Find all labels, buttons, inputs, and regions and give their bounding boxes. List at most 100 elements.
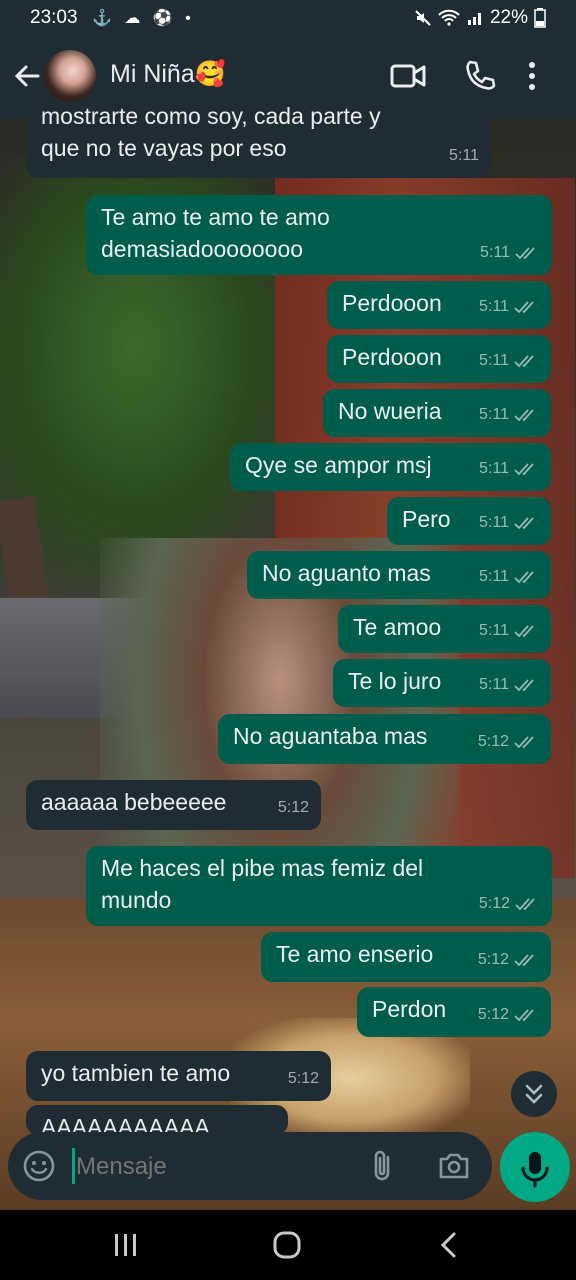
message-meta: 5:11 bbox=[479, 345, 539, 377]
camera-icon[interactable] bbox=[436, 1148, 472, 1184]
message-meta: 5:12 bbox=[478, 944, 539, 976]
message-line: mostrarte como soy, cada parte y bbox=[41, 103, 381, 129]
message-meta: 5:11 bbox=[479, 507, 539, 539]
home-icon[interactable] bbox=[272, 1230, 302, 1260]
back-arrow-icon[interactable] bbox=[12, 58, 42, 94]
message-text: Te amo te amo te amo demasiadoooooooo bbox=[101, 201, 330, 265]
message-line: No aguantaba mas bbox=[233, 723, 428, 749]
contact-name[interactable]: Mi Niña🥰 bbox=[110, 60, 226, 89]
message-line: que no te vayas por eso bbox=[41, 135, 287, 161]
message-meta: 5:11 bbox=[449, 140, 479, 172]
outgoing-message[interactable]: No aguanto mas 5:11 bbox=[247, 551, 551, 599]
message-meta: 5:11 bbox=[479, 561, 539, 593]
incoming-message[interactable]: yo tambien te amo 5:12 bbox=[26, 1051, 331, 1101]
wifi-icon bbox=[438, 9, 460, 26]
message-line: Te lo juro bbox=[348, 668, 442, 694]
message-text: mostrarte como soy, cada parte y que no t… bbox=[41, 100, 381, 164]
system-navigation-bar bbox=[0, 1210, 576, 1280]
double-check-icon bbox=[514, 736, 534, 749]
incoming-message[interactable]: aaaaaa bebeeeee 5:12 bbox=[26, 780, 321, 830]
outgoing-message[interactable]: Te amoo 5:11 bbox=[338, 605, 551, 653]
message-line: Perdooon bbox=[342, 290, 442, 316]
message-meta: 5:12 bbox=[278, 792, 309, 824]
battery-icon bbox=[534, 8, 546, 28]
outgoing-message[interactable]: Pero 5:11 bbox=[387, 497, 551, 545]
message-meta: 5:11 bbox=[479, 399, 539, 431]
double-check-icon bbox=[515, 247, 535, 260]
outgoing-message[interactable]: Me haces el pibe mas femiz del mundo 5:12 bbox=[86, 846, 552, 926]
phone-call-icon[interactable] bbox=[460, 56, 500, 96]
battery-percent: 22% bbox=[489, 7, 528, 28]
message-input[interactable] bbox=[74, 1144, 358, 1190]
microphone-icon bbox=[521, 1152, 549, 1188]
attach-icon[interactable] bbox=[368, 1148, 398, 1184]
message-line: aaaaaa bebeeeee bbox=[41, 789, 227, 815]
message-time: 5:11 bbox=[479, 460, 509, 477]
message-time: 5:11 bbox=[479, 352, 509, 369]
message-time: 5:11 bbox=[480, 244, 510, 261]
double-chevron-down-icon bbox=[525, 1084, 543, 1104]
outgoing-message[interactable]: No wueria 5:11 bbox=[323, 389, 551, 437]
message-meta: 5:12 bbox=[478, 726, 539, 758]
incoming-message[interactable]: mostrarte como soy, cada parte y que no t… bbox=[26, 103, 491, 178]
message-meta: 5:12 bbox=[479, 888, 540, 920]
notification-icons: ⚓ ☁ ⚽ • bbox=[92, 10, 195, 27]
message-time: 5:11 bbox=[479, 406, 509, 423]
message-time: 5:11 bbox=[479, 514, 509, 531]
message-text: No wueria bbox=[338, 395, 442, 427]
message-line: Perdon bbox=[372, 996, 447, 1022]
voice-message-button[interactable] bbox=[500, 1132, 570, 1202]
message-text: Me haces el pibe mas femiz del mundo bbox=[101, 852, 423, 916]
recent-apps-icon[interactable] bbox=[112, 1230, 140, 1260]
message-text: aaaaaa bebeeeee bbox=[41, 786, 226, 818]
incoming-message[interactable]: AAAAAAAAAAA bbox=[26, 1105, 288, 1140]
mute-icon bbox=[415, 10, 431, 26]
outgoing-message[interactable]: Qye se ampor msj 5:11 bbox=[230, 443, 551, 491]
double-check-icon bbox=[514, 301, 534, 314]
more-options-icon[interactable] bbox=[522, 56, 542, 96]
message-line: demasiadoooooooo bbox=[101, 236, 304, 262]
contact-avatar[interactable] bbox=[44, 50, 96, 102]
message-time: 5:11 bbox=[479, 622, 509, 639]
message-line: yo tambien te amo bbox=[41, 1060, 231, 1086]
message-text: Te amo enserio bbox=[276, 938, 433, 970]
message-text: yo tambien te amo bbox=[41, 1057, 230, 1089]
message-line: No wueria bbox=[338, 398, 442, 424]
outgoing-message[interactable]: Perdooon 5:11 bbox=[327, 335, 551, 383]
message-meta: 5:11 bbox=[479, 615, 539, 647]
back-nav-icon[interactable] bbox=[436, 1230, 462, 1260]
double-check-icon bbox=[514, 409, 534, 422]
message-line: Me haces el pibe mas femiz del bbox=[101, 855, 424, 881]
message-meta: 5:11 bbox=[479, 291, 539, 323]
message-line: Qye se ampor msj bbox=[245, 452, 432, 478]
outgoing-message[interactable]: Perdon 5:12 bbox=[357, 987, 551, 1037]
double-check-icon bbox=[514, 1009, 534, 1022]
message-text: Te lo juro bbox=[348, 665, 441, 697]
message-text: No aguantaba mas bbox=[233, 720, 427, 752]
outgoing-message[interactable]: No aguantaba mas 5:12 bbox=[218, 714, 551, 764]
double-check-icon bbox=[514, 679, 534, 692]
outgoing-message[interactable]: Te lo juro 5:11 bbox=[333, 659, 551, 707]
message-text: Perdooon bbox=[342, 287, 442, 319]
status-right: 22% bbox=[414, 7, 546, 29]
message-line: Pero bbox=[402, 506, 451, 532]
emoji-icon[interactable] bbox=[22, 1149, 56, 1183]
message-meta: 5:11 bbox=[479, 453, 539, 485]
message-text: Perdooon bbox=[342, 341, 442, 373]
message-text: No aguanto mas bbox=[262, 557, 431, 589]
video-call-icon[interactable] bbox=[388, 56, 428, 96]
scroll-to-bottom-button[interactable] bbox=[511, 1071, 557, 1117]
message-line: Te amoo bbox=[353, 614, 442, 640]
double-check-icon bbox=[514, 625, 534, 638]
message-time: 5:12 bbox=[478, 895, 510, 912]
double-check-icon bbox=[515, 898, 535, 911]
outgoing-message[interactable]: Perdooon 5:11 bbox=[327, 281, 551, 329]
outgoing-message[interactable]: Te amo enserio 5:12 bbox=[261, 932, 551, 982]
double-check-icon bbox=[514, 571, 534, 584]
double-check-icon bbox=[514, 954, 534, 967]
outgoing-message[interactable]: Te amo te amo te amo demasiadoooooooo 5:11 bbox=[86, 195, 552, 275]
double-check-icon bbox=[514, 355, 534, 368]
status-time: 23:03 bbox=[30, 7, 78, 28]
message-text: Perdon bbox=[372, 993, 446, 1025]
message-time: 5:12 bbox=[477, 733, 509, 750]
